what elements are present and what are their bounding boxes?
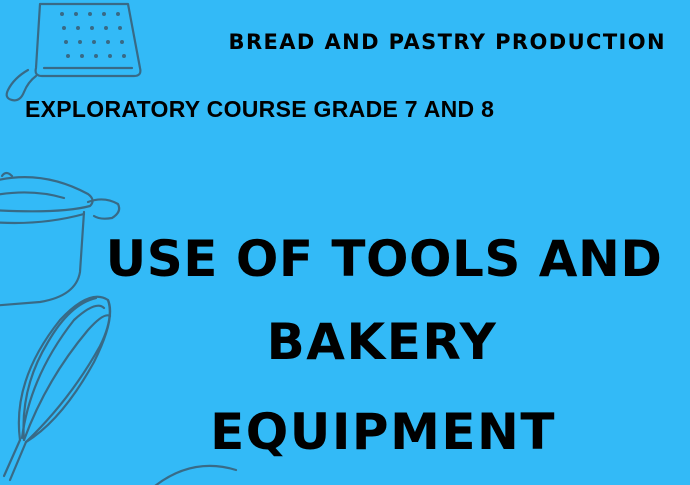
lesson-title-line-3: EQUIPMENT	[210, 403, 556, 461]
box-grater-icon	[5, 2, 142, 102]
lesson-title-line-2: BAKERY	[266, 313, 498, 371]
course-subject-heading: BREAD AND PASTRY PRODUCTION	[228, 30, 666, 54]
lesson-title-line-1: USE OF TOOLS AND	[105, 230, 663, 288]
course-level-heading: EXPLORATORY COURSE GRADE 7 AND 8	[25, 96, 495, 122]
lesson-title: USE OF TOOLS AND BAKERY EQUIPMENT	[78, 221, 690, 477]
